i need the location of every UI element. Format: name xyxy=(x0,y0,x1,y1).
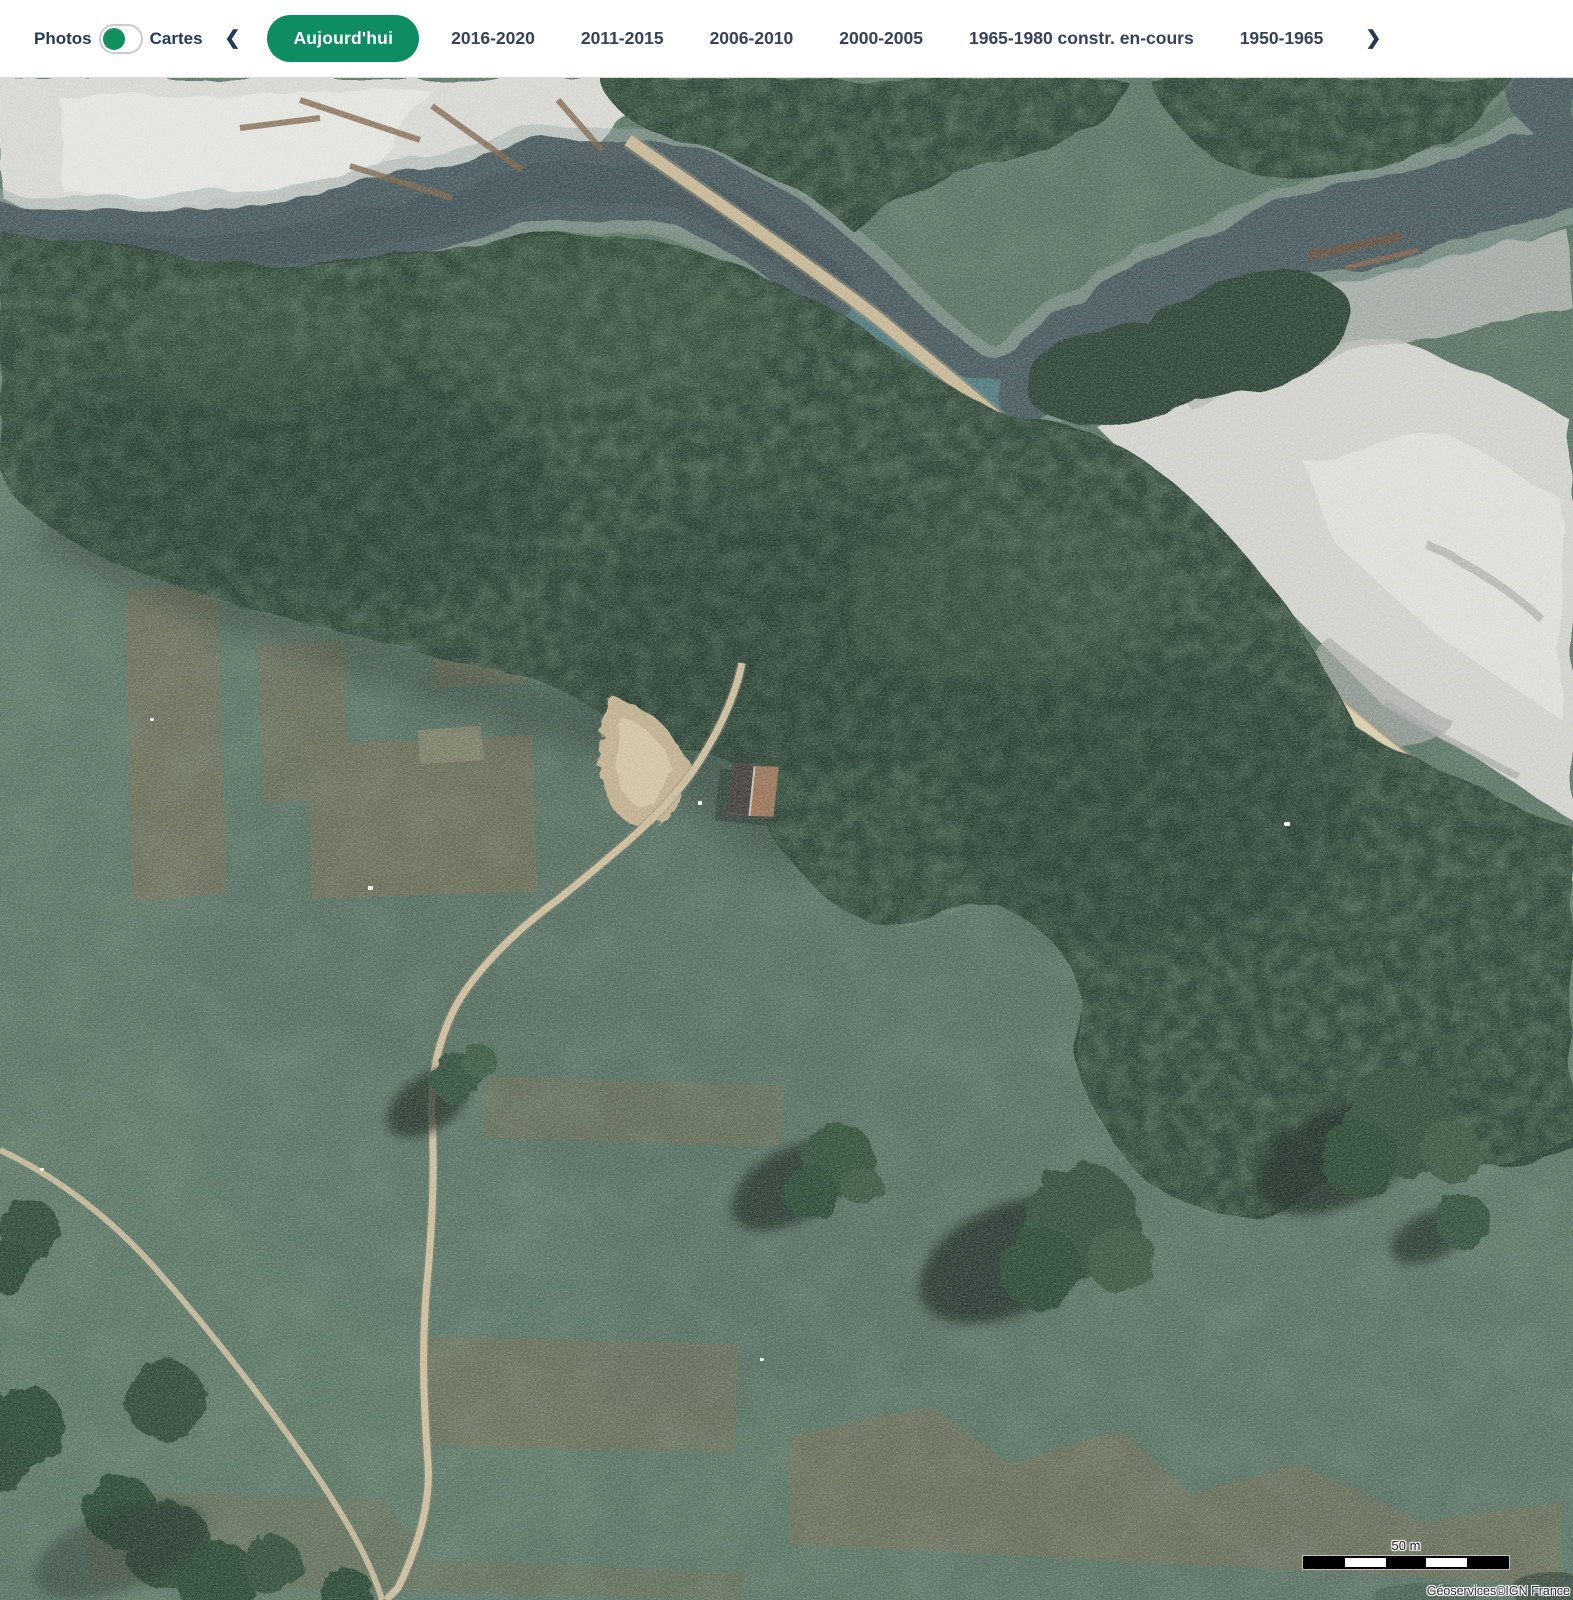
remonter-le-temps-app: Photos Cartes ❮ Aujourd'hui 2016-2020 20… xyxy=(0,0,1573,1600)
period-button-2011-2015[interactable]: 2011-2015 xyxy=(581,28,664,49)
period-button-2016-2020[interactable]: 2016-2020 xyxy=(451,28,535,49)
map-attribution: Géoservices©IGN France xyxy=(1427,1584,1570,1598)
period-button-2000-2005[interactable]: 2000-2005 xyxy=(839,28,923,49)
photos-cartes-toggle[interactable] xyxy=(99,24,143,54)
aerial-photo-graphic xyxy=(0,78,1573,1600)
cartes-label[interactable]: Cartes xyxy=(150,29,203,49)
timeline-prev-button[interactable]: ❮ xyxy=(225,29,241,48)
period-button-2006-2010[interactable]: 2006-2010 xyxy=(710,28,794,49)
period-button-1950-1965[interactable]: 1950-1965 xyxy=(1240,28,1324,49)
timeline-toolbar: Photos Cartes ❮ Aujourd'hui 2016-2020 20… xyxy=(0,0,1573,78)
toggle-knob-icon xyxy=(103,28,125,50)
period-button-aujourdhui[interactable]: Aujourd'hui xyxy=(267,15,419,62)
period-button-1965-1980[interactable]: 1965-1980 constr. en-cours xyxy=(969,28,1194,49)
photos-label[interactable]: Photos xyxy=(34,29,92,49)
timeline-next-button[interactable]: ❯ xyxy=(1365,29,1381,48)
period-list: 2016-2020 2011-2015 2006-2010 2000-2005 … xyxy=(451,28,1323,49)
aerial-map-canvas[interactable]: 50 m Géoservices©IGN France xyxy=(0,78,1573,1600)
layer-toggle-group: Photos Cartes xyxy=(34,24,203,54)
